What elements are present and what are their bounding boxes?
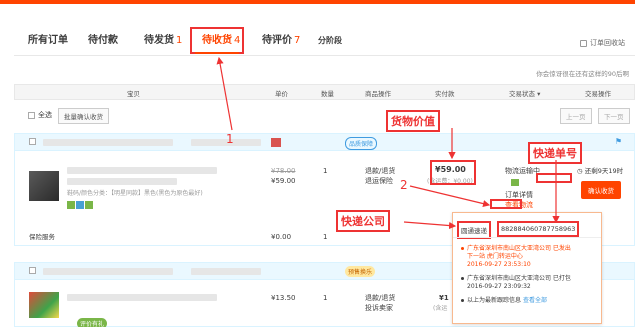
service-icon	[76, 201, 84, 209]
product-sku: 鞋码/颜色分类：【明星同款】黑色(黑色为原色最好)	[67, 190, 203, 197]
annotation-number-2: 2	[400, 178, 408, 192]
return-insurance-link[interactable]: 退运保险	[365, 177, 393, 186]
insurance-price: ¥0.00	[271, 233, 292, 241]
th-item: 宝贝	[127, 90, 140, 98]
th-unit-price: 单价	[275, 90, 288, 98]
tabs-divider	[14, 55, 635, 56]
insurance-quantity: 1	[323, 233, 328, 241]
product-thumbnail[interactable]	[29, 171, 59, 201]
tab-label: 待评价	[262, 35, 292, 46]
batch-toolbar: 全选 批量确认收货 上一页 下一页	[14, 108, 635, 126]
product-title-redacted[interactable]	[67, 167, 217, 174]
timeline-dot	[461, 299, 464, 302]
th-paid: 实付款	[435, 90, 455, 98]
annotation-cargo-value: 货物价值	[386, 110, 440, 132]
shop-icon	[271, 138, 281, 147]
th-trade-ops: 交易操作	[585, 90, 611, 98]
order-checkbox[interactable]	[29, 267, 36, 274]
tab-count: 7	[294, 35, 301, 46]
complaint-link[interactable]: 投诉卖家	[365, 304, 393, 313]
shipping-status: 物流运输中	[505, 167, 540, 175]
service-icons	[67, 201, 94, 211]
trash-icon	[580, 39, 587, 47]
annotation-box-to-receive-tab	[190, 27, 244, 54]
confirm-receipt-button[interactable]: 确认收货	[581, 181, 621, 199]
tab-unpaid[interactable]: 待付款	[88, 30, 118, 52]
insurance-label: 保险服务	[29, 233, 55, 241]
annotation-box-view-logistics	[490, 199, 522, 209]
tab-to-ship[interactable]: 待发货 1	[144, 30, 182, 52]
refund-link[interactable]: 退款/退货	[365, 167, 395, 176]
event-text: 广东省深圳市南山区大亚湾公司 已打包	[467, 275, 571, 282]
select-all-checkbox[interactable]	[28, 112, 35, 119]
order-checkbox[interactable]	[29, 138, 36, 145]
shipping-fee-note: (含运	[433, 305, 448, 312]
auto-confirm-countdown: ◷ 还剩9天19时	[577, 167, 624, 175]
chat-icon[interactable]	[511, 179, 519, 186]
view-all-link[interactable]: 查看全部	[523, 297, 547, 304]
event-time: 2016-09-27 23:09:32	[467, 283, 531, 290]
active-tab-underline	[195, 52, 239, 54]
product-thumbnail[interactable]	[29, 292, 59, 318]
logistics-event: 广东省深圳市南山区大亚湾公司 已打包	[461, 275, 571, 283]
tab-installment[interactable]: 分阶段	[318, 30, 342, 52]
gift-badge: 评价有礼	[77, 318, 108, 327]
original-price: ¥78.00	[271, 167, 296, 175]
event-time: 2016-09-27 23:53:10	[467, 261, 531, 268]
tab-all-orders[interactable]: 所有订单	[28, 30, 68, 52]
countdown-text: 还剩9天19时	[584, 167, 624, 175]
refund-link[interactable]: 退款/退货	[365, 294, 395, 303]
service-icon	[67, 201, 75, 209]
paid-amount: ¥1	[439, 294, 449, 302]
select-all-label: 全选	[38, 111, 52, 119]
timeline-dot	[461, 277, 464, 280]
timeline-dot	[461, 247, 464, 250]
annotation-tracking-number: 快递单号	[528, 142, 582, 164]
th-trade-status[interactable]: 交易状态 ▾	[509, 88, 540, 98]
footer-text: 以上为最新跟踪信息	[467, 297, 522, 304]
tab-label: 待发货	[144, 35, 174, 46]
tracking-number: 882884060787758963	[497, 221, 580, 237]
tab-label: 所有订单	[28, 35, 68, 46]
flag-icon[interactable]: ⚑	[615, 137, 622, 146]
quantity: 1	[323, 294, 328, 302]
order-meta-redacted	[43, 139, 173, 146]
annotation-courier: 快递公司	[336, 210, 390, 232]
order-meta-redacted	[43, 268, 173, 275]
event-text: 广东省深圳市南山区大亚湾公司 已发出	[467, 245, 571, 252]
product-title-redacted[interactable]	[67, 178, 177, 185]
unit-price: ¥59.00	[271, 177, 296, 185]
prev-page-button[interactable]: 上一页	[560, 108, 592, 124]
annotation-number-1: 1	[226, 132, 234, 146]
annotation-box-auto-confirm	[536, 173, 572, 183]
tab-to-review[interactable]: 待评价 7	[262, 30, 300, 52]
next-page-button[interactable]: 下一页	[598, 108, 630, 124]
hint-text: 你会惊讶很在还有这样的90后啊	[536, 70, 629, 78]
unit-price: ¥13.50	[271, 294, 296, 302]
th-item-ops: 商品操作	[365, 90, 391, 98]
th-quantity: 数量	[321, 90, 334, 98]
popup-divider	[453, 237, 601, 238]
table-header: 宝贝 单价 数量 商品操作 实付款 交易状态 ▾ 交易操作	[14, 84, 635, 100]
quantity: 1	[323, 167, 328, 175]
logistics-event: 广东省深圳市南山区大亚湾公司 已发出	[461, 245, 571, 253]
recycle-bin-link[interactable]: 订单回收站	[580, 38, 625, 48]
tab-label: 待付款	[88, 35, 118, 46]
logistics-popup: 圆通速递 882884060787758963 广东省深圳市南山区大亚湾公司 已…	[452, 212, 602, 324]
tab-label: 分阶段	[318, 36, 342, 45]
quality-badge: 品质保障	[345, 137, 378, 150]
recycle-bin-label: 订单回收站	[590, 39, 625, 47]
event-text: 下一站 虎门转运中心	[467, 253, 523, 260]
presale-badge: 预售换乐	[345, 266, 376, 277]
logistics-footer: 以上为最新跟踪信息 查看全部	[461, 297, 547, 305]
annotation-box-paid-amount	[430, 160, 476, 185]
shop-name-redacted	[191, 268, 261, 275]
top-accent-bar	[0, 0, 635, 4]
product-title-redacted[interactable]	[67, 294, 217, 301]
service-icon	[85, 201, 93, 209]
batch-confirm-button[interactable]: 批量确认收货	[58, 108, 109, 124]
tab-count: 1	[176, 35, 183, 46]
th-trade-status-label: 交易状态	[509, 90, 535, 98]
